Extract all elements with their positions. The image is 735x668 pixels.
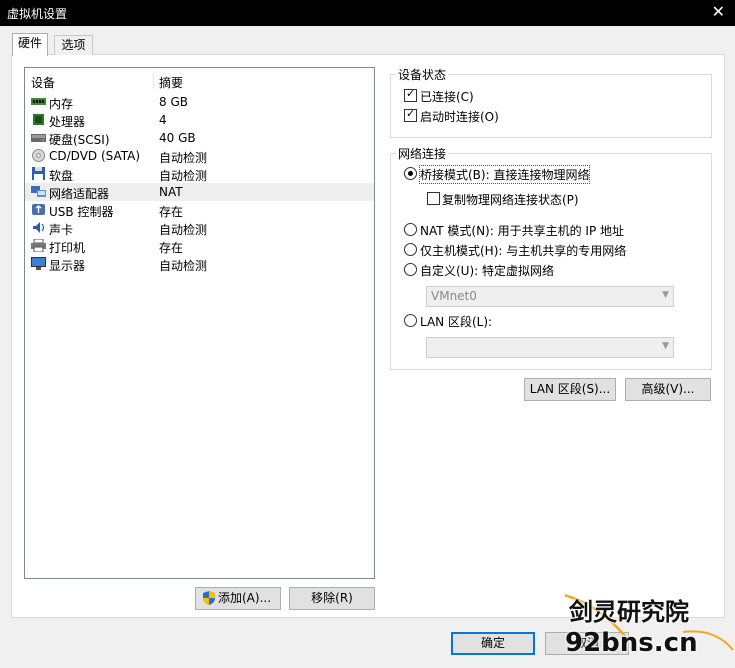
custom-network-value: VMnet0 <box>431 289 477 303</box>
device-name: CD/DVD (SATA) <box>49 149 141 163</box>
device-row-cpu[interactable]: 处理器 4 <box>25 111 374 129</box>
usb-icon <box>32 204 45 215</box>
network-connection-title: 网络连接 <box>396 145 449 162</box>
device-name: 显示器 <box>49 259 86 273</box>
chevron-down-icon: ▼ <box>662 341 669 351</box>
device-row-display[interactable]: 显示器 自动检测 <box>25 255 374 273</box>
watermark-text-en: 92bns.cn <box>565 628 698 658</box>
check-icon: ✓ <box>406 87 416 100</box>
bridged-label[interactable]: 桥接模式(B): 直接连接物理网络 <box>418 165 591 184</box>
memory-icon <box>31 98 46 105</box>
device-status-title: 设备状态 <box>396 66 449 83</box>
device-row-memory[interactable]: 内存 8 GB <box>25 93 374 111</box>
device-row-printer[interactable]: 打印机 存在 <box>25 237 374 255</box>
replicate-state-checkbox[interactable] <box>427 192 440 205</box>
device-list[interactable]: 设备 摘要 内存 8 GB 处理器 4 硬盘(SCSI) 40 GB CD/DV… <box>24 67 375 579</box>
chevron-down-icon: ▼ <box>662 290 669 300</box>
device-name: 声卡 <box>49 223 74 237</box>
check-icon: ✓ <box>406 107 416 120</box>
device-row-sound-card[interactable]: 声卡 自动检测 <box>25 219 374 237</box>
watermark-text-cn: 剑灵研究院 <box>569 598 689 626</box>
advanced-button[interactable]: 高级(V)... <box>625 378 711 401</box>
header-divider <box>153 71 154 89</box>
window-title: 虚拟机设置 <box>7 7 68 21</box>
close-icon[interactable]: ✕ <box>712 3 725 21</box>
connect-at-power-on-label[interactable]: 启动时连接(O) <box>420 108 499 125</box>
connected-label[interactable]: 已连接(C) <box>420 88 474 105</box>
device-summary: 40 GB <box>159 131 196 145</box>
shield-icon <box>203 591 215 605</box>
nat-radio[interactable] <box>404 223 417 236</box>
column-header-device[interactable]: 设备 <box>31 74 55 91</box>
custom-radio[interactable] <box>404 263 417 276</box>
device-summary: 存在 <box>159 241 184 255</box>
lan-segments-button[interactable]: LAN 区段(S)... <box>524 378 616 401</box>
device-status-group <box>390 74 712 138</box>
device-name: 处理器 <box>49 115 86 129</box>
device-summary: 4 <box>159 113 167 127</box>
lan-segment-radio[interactable] <box>404 314 417 327</box>
display-icon <box>31 257 46 270</box>
connected-checkbox[interactable]: ✓ <box>404 87 417 102</box>
sound-card-icon <box>33 222 45 233</box>
device-row-network-adapter[interactable]: 网络适配器 NAT <box>25 183 374 201</box>
device-summary: 自动检测 <box>159 259 208 273</box>
device-name: USB 控制器 <box>49 205 114 219</box>
device-summary: 自动检测 <box>159 223 208 237</box>
tab-hardware[interactable]: 硬件 <box>12 33 48 56</box>
device-row-usb[interactable]: USB 控制器 存在 <box>25 201 374 219</box>
host-only-label[interactable]: 仅主机模式(H): 与主机共享的专用网络 <box>420 242 626 259</box>
device-name: 打印机 <box>49 241 86 255</box>
column-header-summary[interactable]: 摘要 <box>159 74 183 91</box>
device-name: 内存 <box>49 97 74 111</box>
lan-segment-label[interactable]: LAN 区段(L): <box>420 313 492 330</box>
custom-label[interactable]: 自定义(U): 特定虚拟网络 <box>420 262 554 279</box>
ok-button[interactable]: 确定 <box>451 632 535 655</box>
watermark: 剑灵研究院 92bns.cn <box>534 590 735 665</box>
nat-label[interactable]: NAT 模式(N): 用于共享主机的 IP 地址 <box>420 222 624 239</box>
device-summary: 自动检测 <box>159 151 208 165</box>
device-summary: 存在 <box>159 205 184 219</box>
bridged-radio[interactable] <box>404 167 417 180</box>
printer-icon <box>31 239 46 252</box>
remove-button[interactable]: 移除(R) <box>289 587 375 610</box>
add-button[interactable]: 添加(A)... <box>195 587 281 610</box>
replicate-state-label[interactable]: 复制物理网络连接状态(P) <box>442 191 579 208</box>
lan-segment-select[interactable]: ▼ <box>426 337 674 358</box>
tab-options[interactable]: 选项 <box>54 35 93 55</box>
connect-at-power-on-checkbox[interactable]: ✓ <box>404 107 417 122</box>
device-name: 硬盘(SCSI) <box>49 133 110 147</box>
floppy-icon <box>32 167 45 180</box>
device-name: 网络适配器 <box>49 187 110 201</box>
device-row-harddisk[interactable]: 硬盘(SCSI) 40 GB <box>25 129 374 147</box>
device-row-cd-dvd[interactable]: CD/DVD (SATA) 自动检测 <box>25 147 374 165</box>
custom-network-select[interactable]: VMnet0 ▼ <box>426 286 674 307</box>
device-list-header: 设备 摘要 <box>25 68 374 90</box>
radio-dot <box>408 171 413 176</box>
add-button-label: 添加(A)... <box>218 591 272 605</box>
cpu-icon <box>33 114 44 125</box>
device-summary: 自动检测 <box>159 169 208 183</box>
device-summary: NAT <box>159 185 183 199</box>
cd-dvd-icon <box>32 149 45 162</box>
host-only-radio[interactable] <box>404 243 417 256</box>
device-row-floppy[interactable]: 软盘 自动检测 <box>25 165 374 183</box>
harddisk-icon <box>31 134 46 142</box>
device-name: 软盘 <box>49 169 74 183</box>
device-summary: 8 GB <box>159 95 188 109</box>
network-adapter-icon <box>31 186 46 197</box>
title-bar: 虚拟机设置 ✕ <box>0 0 735 26</box>
